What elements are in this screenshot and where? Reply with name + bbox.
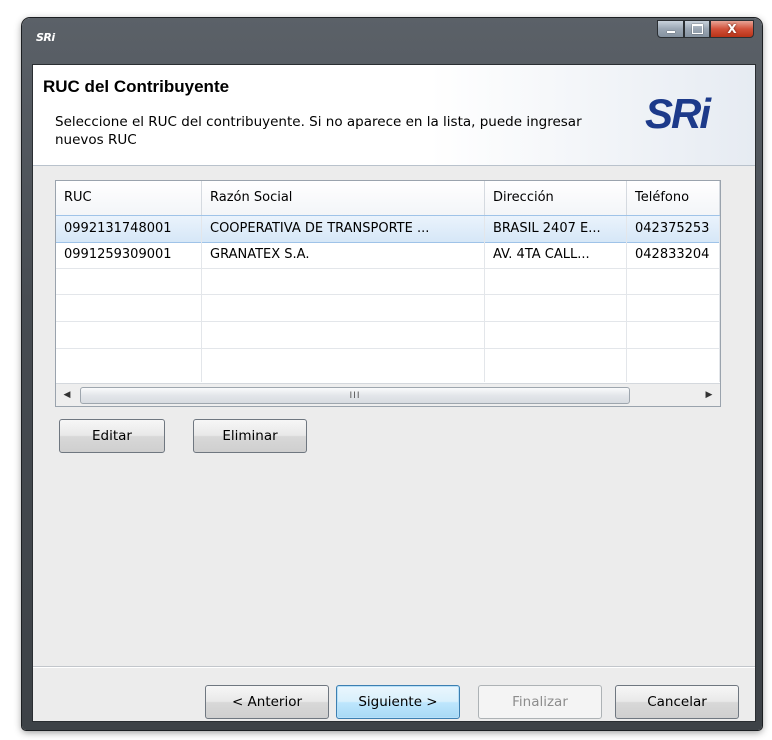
cell-ruc: 0992131748001 <box>56 216 202 242</box>
wizard-window: SRi X RUC del Contribuyente Seleccione e… <box>22 18 762 730</box>
minimize-icon <box>666 31 675 33</box>
scroll-thumb[interactable]: III <box>80 387 630 404</box>
wizard-page: RUC del Contribuyente Seleccione el RUC … <box>32 64 756 722</box>
column-header-ruc[interactable]: RUC <box>56 181 202 215</box>
close-button[interactable]: X <box>710 20 754 38</box>
desktop: SRi X RUC del Contribuyente Seleccione e… <box>0 0 772 740</box>
title-bar[interactable]: SRi X <box>22 18 762 68</box>
empty-row <box>56 268 720 295</box>
maximize-icon <box>691 24 703 34</box>
table-row[interactable]: 0992131748001 COOPERATIVA DE TRANSPORTE … <box>56 215 720 243</box>
sri-logo: SRi <box>645 90 711 137</box>
app-icon: SRi <box>36 31 55 44</box>
empty-row <box>56 295 720 322</box>
minimize-button[interactable] <box>657 20 684 38</box>
maximize-button[interactable] <box>684 20 710 38</box>
cell-direccion: BRASIL 2407 E... <box>485 216 627 242</box>
grip-icon: III <box>349 390 361 401</box>
page-title: RUC del Contribuyente <box>43 77 230 96</box>
empty-row <box>56 322 720 349</box>
cell-direccion: AV. 4TA CALL... <box>485 242 627 268</box>
empty-row <box>56 349 720 382</box>
column-header-direccion[interactable]: Dirección <box>485 181 627 215</box>
finish-button: Finalizar <box>478 685 602 719</box>
scroll-left-arrow-icon[interactable]: ◀ <box>56 384 78 406</box>
next-button[interactable]: Siguiente > <box>336 685 460 719</box>
table-header: RUC Razón Social Dirección Teléfono <box>56 181 720 216</box>
cancel-button[interactable]: Cancelar <box>615 685 739 719</box>
cell-razon-social: COOPERATIVA DE TRANSPORTE ... <box>202 216 485 242</box>
scroll-right-arrow-icon[interactable]: ▶ <box>698 384 720 406</box>
page-description: Seleccione el RUC del contribuyente. Si … <box>55 114 582 148</box>
cell-razon-social: GRANATEX S.A. <box>202 242 485 268</box>
wizard-header: RUC del Contribuyente Seleccione el RUC … <box>33 65 755 166</box>
close-icon: X <box>727 22 737 36</box>
back-button[interactable]: < Anterior <box>205 685 329 719</box>
cell-telefono: 042375253 <box>627 216 720 242</box>
column-header-razon-social[interactable]: Razón Social <box>202 181 485 215</box>
footer-separator <box>33 666 755 668</box>
ruc-table[interactable]: RUC Razón Social Dirección Teléfono 0992… <box>55 180 721 407</box>
column-header-telefono[interactable]: Teléfono <box>627 181 720 215</box>
caption-buttons: X <box>657 20 754 38</box>
edit-button[interactable]: Editar <box>59 419 165 453</box>
cell-telefono: 042833204 <box>627 242 720 268</box>
horizontal-scrollbar[interactable]: ◀ III ▶ <box>56 383 720 406</box>
table-row[interactable]: 0991259309001 GRANATEX S.A. AV. 4TA CALL… <box>56 242 720 269</box>
delete-button[interactable]: Eliminar <box>193 419 307 453</box>
cell-ruc: 0991259309001 <box>56 242 202 268</box>
